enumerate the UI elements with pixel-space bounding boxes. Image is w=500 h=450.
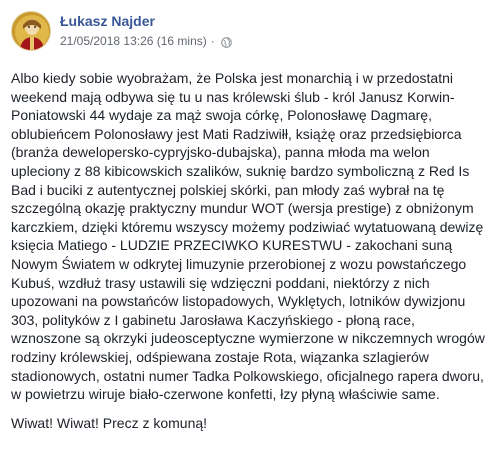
post-header: Łukasz Najder 21/05/2018 13:26 (16 mins)…: [11, 11, 486, 61]
meta-separator: ·: [210, 34, 215, 48]
profile-avatar-icon[interactable]: [11, 11, 51, 51]
author-name-link[interactable]: Łukasz Najder: [60, 12, 155, 30]
post-timestamp[interactable]: 21/05/2018 13:26 (16 mins): [60, 33, 207, 49]
facebook-post: Łukasz Najder 21/05/2018 13:26 (16 mins)…: [0, 0, 500, 450]
avatar-image: [12, 12, 50, 50]
post-paragraph: Albo kiedy sobie wyobrażam, że Polska je…: [11, 70, 485, 403]
post-meta: Łukasz Najder 21/05/2018 13:26 (16 mins)…: [60, 11, 232, 49]
post-paragraph: Wiwat! Wiwat! Precz z komuną!: [11, 414, 208, 431]
post-body: Albo kiedy sobie wyobrażam, że Polska je…: [11, 69, 486, 432]
globe-icon[interactable]: [220, 36, 232, 48]
post-subline: 21/05/2018 13:26 (16 mins) ·: [60, 33, 232, 49]
